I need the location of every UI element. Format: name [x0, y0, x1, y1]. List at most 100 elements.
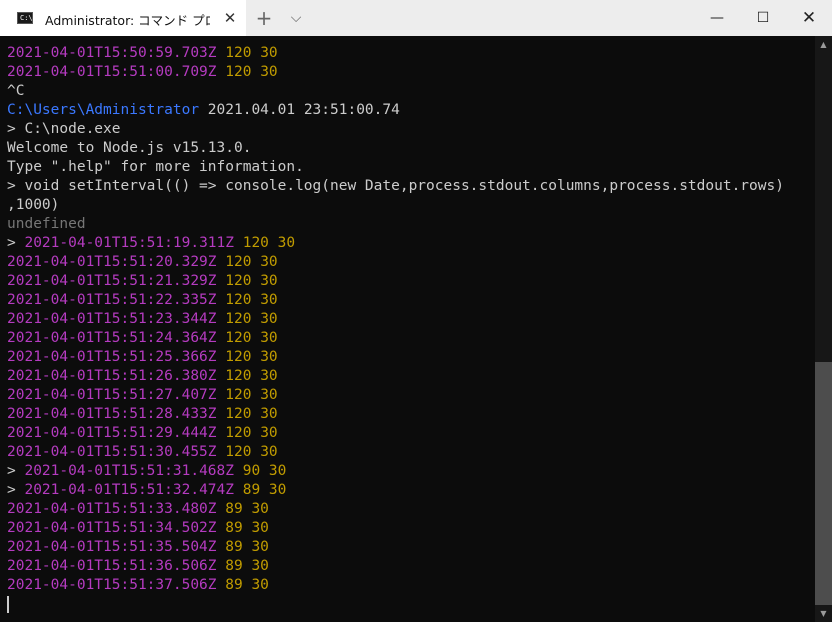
terminal-line: > 2021-04-01T15:51:19.311Z 120 30	[7, 234, 295, 253]
scroll-down-icon[interactable]: ▼	[815, 605, 832, 622]
timestamp: 2021-04-01T15:51:22.335Z	[7, 292, 217, 308]
columns-value: 89	[225, 501, 243, 517]
terminal-line: 2021-04-01T15:51:22.335Z 120 30	[7, 291, 278, 310]
terminal-line: Type ".help" for more information.	[7, 158, 304, 177]
rows-value: 30	[260, 45, 278, 61]
terminal-line: 2021-04-01T15:51:27.407Z 120 30	[7, 386, 278, 405]
scroll-thumb[interactable]	[815, 362, 832, 605]
terminal-line: > void setInterval(() => console.log(new…	[7, 177, 784, 196]
timestamp: 2021-04-01T15:51:32.474Z	[24, 482, 234, 498]
rows-value: 30	[260, 273, 278, 289]
terminal-line: 2021-04-01T15:51:36.506Z 89 30	[7, 557, 269, 576]
rows-value: 30	[260, 406, 278, 422]
terminal-line: 2021-04-01T15:51:28.433Z 120 30	[7, 405, 278, 424]
rows-value: 30	[251, 558, 269, 574]
timestamp: 2021-04-01T15:51:21.329Z	[7, 273, 217, 289]
timestamp: 2021-04-01T15:51:20.329Z	[7, 254, 217, 270]
timestamp: 2021-04-01T15:51:31.468Z	[24, 463, 234, 479]
rows-value: 30	[260, 368, 278, 384]
rows-value: 30	[251, 520, 269, 536]
tab-title: Administrator: コマンド プロンプト -	[45, 13, 210, 28]
timestamp: 2021-04-01T15:51:35.504Z	[7, 539, 217, 555]
scroll-up-icon[interactable]: ▲	[815, 36, 832, 53]
close-window-button[interactable]: ✕	[786, 0, 832, 36]
columns-value: 120	[225, 273, 252, 289]
chevron-down-icon[interactable]: ⌵	[286, 7, 306, 29]
columns-value: 120	[225, 387, 252, 403]
terminal-line: 2021-04-01T15:51:35.504Z 89 30	[7, 538, 269, 557]
command-prompt-icon: C:\	[17, 12, 33, 24]
rows-value: 30	[260, 330, 278, 346]
output-text: Type ".help" for more information.	[7, 159, 304, 175]
rows-value: 30	[251, 501, 269, 517]
vertical-scrollbar[interactable]: ▲ ▼	[815, 36, 832, 622]
columns-value: 120	[225, 311, 252, 327]
tab-command-prompt[interactable]: C:\ Administrator: コマンド プロンプト - ✕	[0, 0, 246, 36]
title-bar: C:\ Administrator: コマンド プロンプト - ✕ + ⌵ — …	[0, 0, 832, 36]
columns-value: 120	[225, 425, 252, 441]
rows-value: 30	[260, 349, 278, 365]
timestamp: 2021-04-01T15:51:30.455Z	[7, 444, 217, 460]
terminal-line: ^C	[7, 82, 24, 101]
columns-value: 90	[242, 463, 261, 479]
terminal-line: C:\Users\Administrator 2021.04.01 23:51:…	[7, 101, 400, 120]
columns-value: 120	[225, 64, 252, 80]
columns-value: 120	[225, 406, 252, 422]
tab-close-icon[interactable]: ✕	[220, 7, 240, 29]
rows-value: 30	[251, 577, 269, 593]
rows-value: 30	[268, 463, 287, 479]
prompt-datetime: 2021.04.01 23:51:00.74	[199, 102, 400, 118]
output-text: Welcome to Node.js v15.13.0.	[7, 140, 252, 156]
columns-value: 120	[225, 349, 252, 365]
maximize-button[interactable]: ☐	[740, 0, 786, 36]
columns-value: 120	[225, 254, 252, 270]
columns-value: 89	[242, 482, 261, 498]
minimize-button[interactable]: —	[694, 0, 740, 36]
columns-value: 89	[225, 520, 243, 536]
rows-value: 30	[260, 311, 278, 327]
terminal-line: 2021-04-01T15:51:20.329Z 120 30	[7, 253, 278, 272]
timestamp: 2021-04-01T15:51:23.344Z	[7, 311, 217, 327]
terminal-line: 2021-04-01T15:51:25.366Z 120 30	[7, 348, 278, 367]
timestamp: 2021-04-01T15:51:19.311Z	[24, 235, 234, 251]
columns-value: 120	[225, 368, 252, 384]
tab-icon-text: C:\	[20, 14, 33, 22]
rows-value: 30	[260, 254, 278, 270]
prompt-marker: >	[7, 463, 25, 479]
rows-value: 30	[277, 235, 296, 251]
columns-value: 120	[225, 444, 252, 460]
columns-value: 120	[225, 292, 252, 308]
timestamp: 2021-04-01T15:50:59.703Z	[7, 45, 217, 61]
text-cursor	[7, 596, 9, 613]
timestamp: 2021-04-01T15:51:36.506Z	[7, 558, 217, 574]
timestamp: 2021-04-01T15:51:33.480Z	[7, 501, 217, 517]
terminal-line: > C:\node.exe	[7, 120, 121, 139]
columns-value: 120	[225, 45, 252, 61]
terminal-output[interactable]: 2021-04-01T15:50:59.703Z 120 30 2021-04-0…	[0, 36, 815, 622]
output-text: > void setInterval(() => console.log(new…	[7, 178, 784, 194]
timestamp: 2021-04-01T15:51:26.380Z	[7, 368, 217, 384]
prompt-path: C:\Users\Administrator	[7, 102, 200, 118]
rows-value: 30	[260, 425, 278, 441]
timestamp: 2021-04-01T15:51:00.709Z	[7, 64, 217, 80]
timestamp: 2021-04-01T15:51:37.506Z	[7, 577, 217, 593]
terminal-line: > 2021-04-01T15:51:31.468Z 90 30	[7, 462, 286, 481]
rows-value: 30	[268, 482, 287, 498]
rows-value: 30	[260, 64, 278, 80]
terminal-line: > 2021-04-01T15:51:32.474Z 89 30	[7, 481, 286, 500]
timestamp: 2021-04-01T15:51:25.366Z	[7, 349, 217, 365]
timestamp: 2021-04-01T15:51:24.364Z	[7, 330, 217, 346]
terminal-line: 2021-04-01T15:51:23.344Z 120 30	[7, 310, 278, 329]
new-tab-button[interactable]: +	[252, 6, 276, 30]
columns-value: 120	[242, 235, 269, 251]
timestamp: 2021-04-01T15:51:29.444Z	[7, 425, 217, 441]
terminal-line: ,1000)	[7, 196, 59, 215]
rows-value: 30	[260, 292, 278, 308]
terminal-line: 2021-04-01T15:51:34.502Z 89 30	[7, 519, 269, 538]
columns-value: 89	[225, 539, 243, 555]
prompt-marker: >	[7, 482, 25, 498]
columns-value: 89	[225, 558, 243, 574]
rows-value: 30	[251, 539, 269, 555]
terminal-line: 2021-04-01T15:50:59.703Z 120 30	[7, 44, 278, 63]
return-value: undefined	[7, 216, 86, 232]
